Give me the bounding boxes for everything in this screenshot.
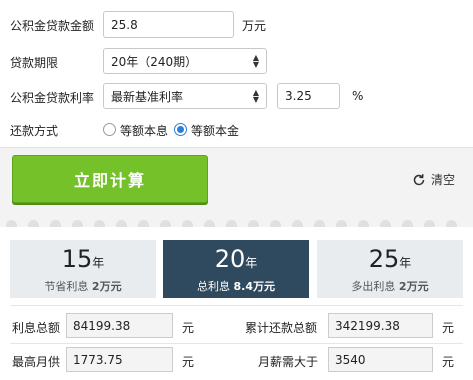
rate-value: 3.25 (285, 89, 312, 103)
loan-amount-value: 25.8 (111, 17, 138, 32)
up-down-arrows-icon: ▲ ▼ (252, 88, 259, 104)
loan-amount-label: 公积金贷款金额 (10, 19, 95, 33)
tab-20-years[interactable]: 20年 总利息 8.4万元 (163, 240, 309, 298)
option-equal-principal[interactable]: 等额本金 (191, 122, 239, 139)
refresh-icon (413, 173, 425, 185)
tab-sub-prefix: 多出利息 (351, 280, 396, 293)
total-repay-label: 累计还款总额 (245, 321, 318, 335)
option-equal-installment[interactable]: 等额本息 (120, 122, 168, 139)
radio-equal-principal[interactable] (174, 123, 187, 136)
total-repay-value: 342199.38 (328, 313, 433, 338)
loan-term-label: 贷款期限 (10, 56, 59, 70)
tab-year-unit: 年 (245, 256, 258, 270)
tab-25-years[interactable]: 25年 多出利息 2万元 (317, 240, 463, 298)
calculate-button[interactable]: 立即计算 (12, 155, 208, 203)
clear-label: 清空 (431, 173, 456, 187)
perforated-divider (0, 209, 473, 227)
tab-sub-value: 2万元 (398, 280, 429, 293)
clear-button[interactable]: 清空 (412, 171, 455, 188)
up-down-arrows-icon: ▲ ▼ (252, 53, 259, 69)
loan-term-selected: 20年（240期） (111, 54, 198, 69)
tab-sub-value: 8.4万元 (233, 280, 276, 293)
total-repay-unit: 元 (442, 321, 455, 335)
tab-sub-prefix: 总利息 (197, 280, 230, 293)
divider (10, 305, 463, 306)
tab-year: 20 (214, 245, 246, 273)
rate-input[interactable]: 3.25 (277, 83, 340, 109)
salary-needed-unit: 元 (442, 355, 455, 369)
max-monthly-unit: 元 (182, 355, 195, 369)
radio-equal-installment[interactable] (103, 123, 116, 136)
rate-type-selected: 最新基准利率 (111, 89, 184, 104)
rate-unit: % (352, 89, 364, 103)
salary-needed-value: 3540 (328, 347, 433, 372)
rate-label: 公积金贷款利率 (10, 91, 95, 105)
tab-year-unit: 年 (399, 256, 412, 270)
max-monthly-label: 最高月供 (12, 355, 61, 369)
tab-15-years[interactable]: 15年 节省利息 2万元 (10, 240, 156, 298)
repay-method-label: 还款方式 (10, 124, 59, 138)
loan-amount-unit: 万元 (242, 19, 267, 33)
rate-type-select[interactable]: 最新基准利率 ▲ ▼ (103, 83, 267, 109)
total-interest-value: 84199.38 (66, 313, 173, 338)
tab-sub-value: 2万元 (91, 280, 122, 293)
tab-year: 25 (368, 245, 400, 273)
divider (10, 343, 463, 344)
salary-needed-label: 月薪需大于 (258, 355, 319, 369)
tab-year-unit: 年 (92, 256, 105, 270)
loan-amount-input[interactable]: 25.8 (103, 11, 234, 38)
tab-sub-prefix: 节省利息 (44, 280, 89, 293)
loan-term-select[interactable]: 20年（240期） ▲ ▼ (103, 48, 267, 74)
max-monthly-value: 1773.75 (66, 347, 173, 372)
total-interest-unit: 元 (182, 321, 195, 335)
term-comparison-tabs: 15年 节省利息 2万元 20年 总利息 8.4万元 25年 多出利息 2万元 (10, 240, 463, 298)
tab-year: 15 (61, 245, 93, 273)
total-interest-label: 利息总额 (12, 321, 61, 335)
